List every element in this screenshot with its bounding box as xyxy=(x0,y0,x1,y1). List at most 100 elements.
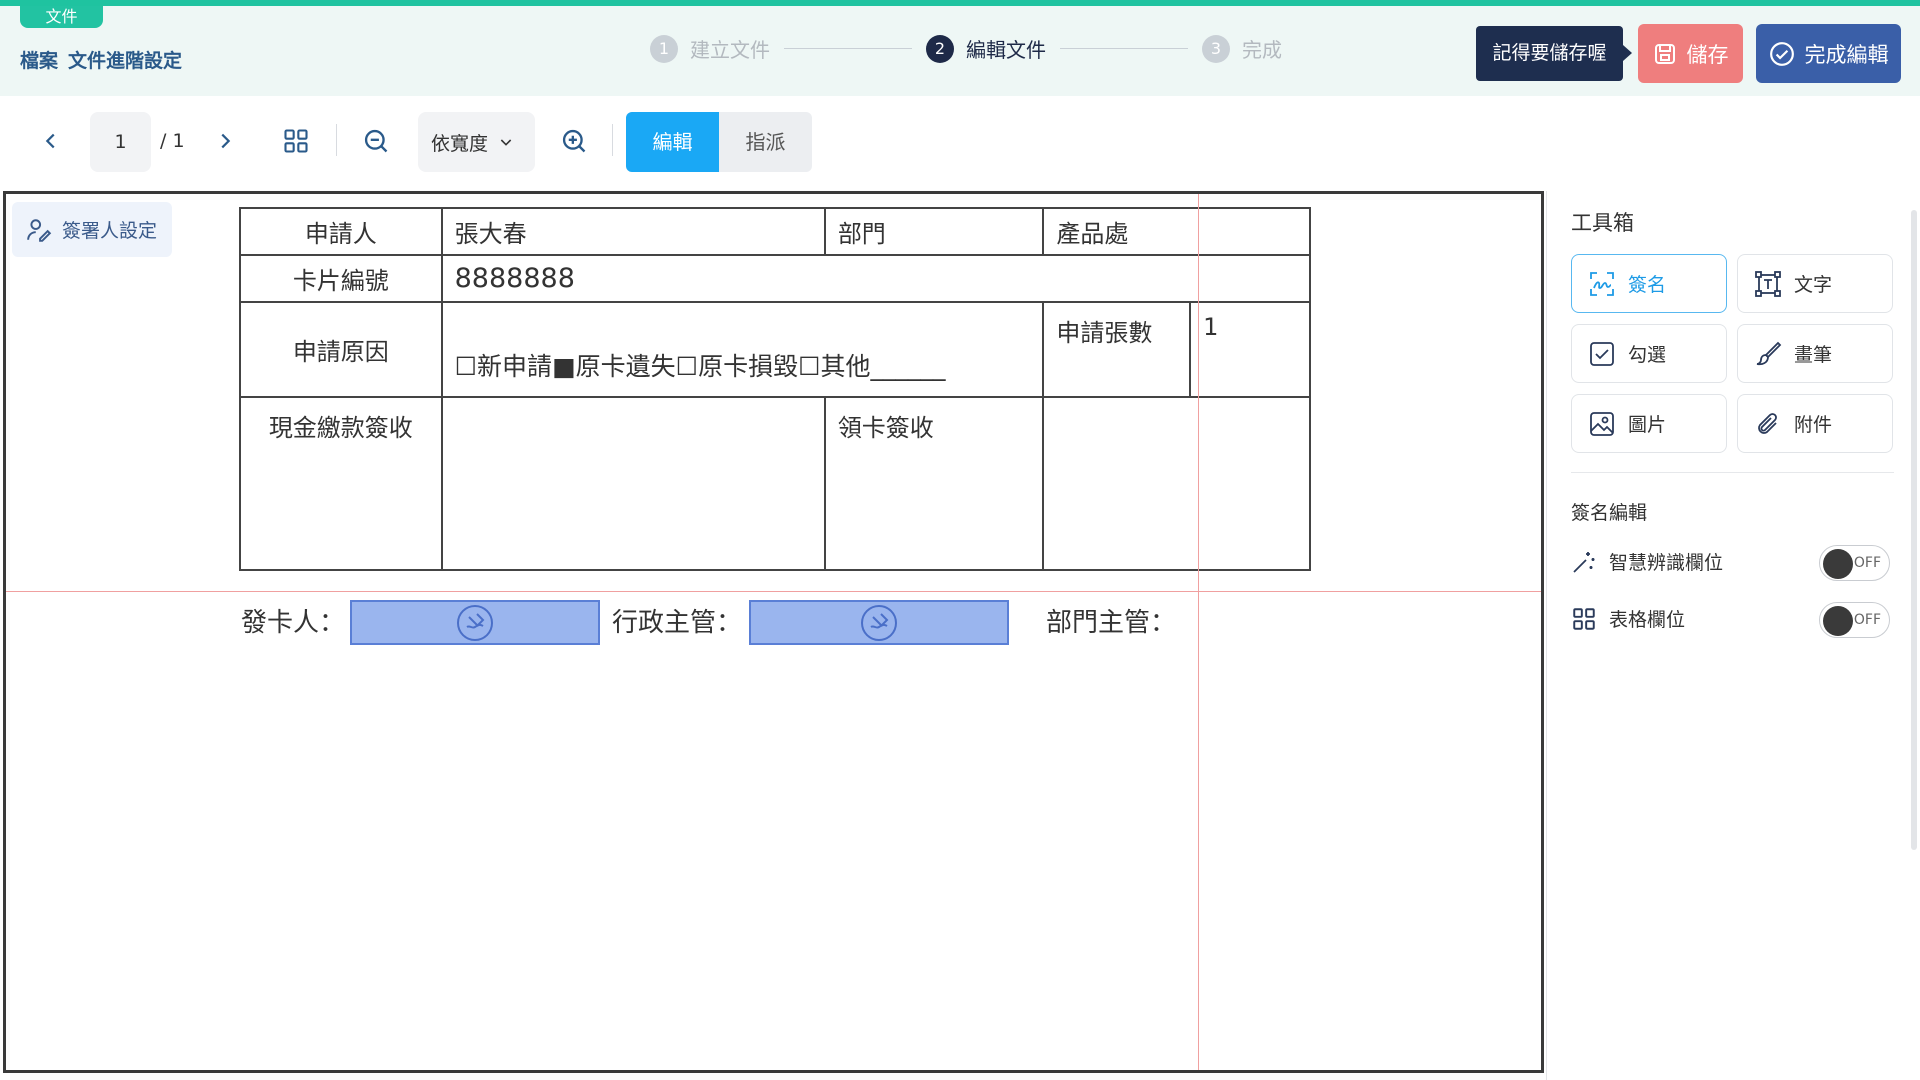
thumbnail-grid-button[interactable] xyxy=(279,124,313,158)
stamp-icon xyxy=(457,604,493,641)
smart-detect-option: 智慧辨識欄位 xyxy=(1571,548,1723,575)
save-reminder-tooltip: 記得要儲存喔 xyxy=(1476,26,1623,81)
zoom-mode-select[interactable]: 依寬度 xyxy=(418,112,535,172)
step-2-label: 編輯文件 xyxy=(966,38,1046,62)
step-2: 2 編輯文件 xyxy=(926,34,1046,63)
tool-image[interactable]: 圖片 xyxy=(1571,394,1727,453)
step-3-label: 完成 xyxy=(1242,38,1282,62)
page-total: / 1 xyxy=(160,130,185,152)
toolbox-panel: 工具箱 簽名 文字 勾選 畫筆 圖片 附件 簽名編輯 智慧辨識欄位 OFF 表格… xyxy=(1546,191,1920,1080)
table-field-label: 表格欄位 xyxy=(1609,609,1686,631)
breadcrumb-page: 文件進階設定 xyxy=(68,50,183,72)
signature-icon xyxy=(1590,271,1614,296)
count-value: 1 xyxy=(1189,301,1311,398)
sign-edit-title: 簽名編輯 xyxy=(1571,502,1648,524)
toolbar-divider xyxy=(336,124,337,156)
step-1-number: 1 xyxy=(650,34,678,63)
zoom-out-icon xyxy=(364,129,388,153)
brush-icon xyxy=(1756,341,1782,365)
tool-text-label: 文字 xyxy=(1794,274,1833,296)
table-row: 卡片編號 8888888 xyxy=(239,254,1312,303)
signature-row: 發卡人： 行政主管： 部門主管： xyxy=(6,594,1541,645)
issuer-signature-field[interactable] xyxy=(350,600,600,645)
tool-attachment[interactable]: 附件 xyxy=(1737,394,1893,453)
save-label: 儲存 xyxy=(1686,42,1729,67)
applicant-label: 申請人 xyxy=(239,207,443,256)
card-receipt-label: 領卡簽收 xyxy=(823,396,1045,571)
application-form-table: 申請人 張大春 部門 產品處 卡片編號 8888888 申請原因 ☐新申請■原卡… xyxy=(239,207,1312,571)
zoom-mode-value: 依寬度 xyxy=(431,132,489,155)
table-field-option: 表格欄位 xyxy=(1571,605,1685,632)
chevron-left-icon xyxy=(45,133,55,149)
step-connector xyxy=(1060,48,1188,49)
tool-attachment-label: 附件 xyxy=(1794,414,1833,436)
magic-wand-icon xyxy=(1573,551,1595,573)
smart-detect-toggle[interactable]: OFF xyxy=(1819,545,1890,581)
dept-value: 產品處 xyxy=(1042,207,1311,256)
toggle-knob xyxy=(1823,549,1853,579)
card-number-label: 卡片編號 xyxy=(239,254,443,303)
table-row: 申請原因 ☐新申請■原卡遺失☐原卡損毀☐其他______ 申請張數 1 xyxy=(239,301,1311,398)
table-row: 現金繳款簽收 領卡簽收 xyxy=(239,396,1311,571)
toggle-state: OFF xyxy=(1853,612,1881,628)
toggle-knob xyxy=(1823,606,1853,636)
check-circle-icon xyxy=(1769,41,1794,66)
user-sign-icon xyxy=(27,218,52,242)
zoom-in-icon xyxy=(562,129,586,153)
step-3-number: 3 xyxy=(1202,34,1230,63)
finish-label: 完成編輯 xyxy=(1804,42,1889,67)
issuer-label: 發卡人： xyxy=(241,608,346,638)
doc-tag: 文件 xyxy=(20,6,103,28)
toolbox-title: 工具箱 xyxy=(1571,211,1634,235)
card-number-value: 8888888 xyxy=(440,254,1312,303)
mode-assign-button[interactable]: 指派 xyxy=(719,112,812,172)
mode-edit-button[interactable]: 編輯 xyxy=(626,112,719,172)
tool-text[interactable]: 文字 xyxy=(1737,254,1893,313)
dept-label: 部門 xyxy=(823,207,1045,256)
zoom-out-button[interactable] xyxy=(359,124,393,158)
table-field-toggle[interactable]: OFF xyxy=(1819,602,1890,638)
toggle-state: OFF xyxy=(1853,555,1881,571)
next-page-button[interactable] xyxy=(210,126,240,156)
chevron-right-icon xyxy=(221,133,231,149)
admin-supervisor-label: 行政主管： xyxy=(612,608,743,638)
smart-detect-label: 智慧辨識欄位 xyxy=(1609,552,1724,574)
step-3: 3 完成 xyxy=(1202,34,1282,63)
prev-page-button[interactable] xyxy=(36,126,66,156)
cash-receipt-label: 現金繳款簽收 xyxy=(239,396,443,571)
tool-brush[interactable]: 畫筆 xyxy=(1737,324,1893,383)
document-toolbar: 1 / 1 依寬度 編輯 指派 xyxy=(0,96,1920,190)
chevron-down-icon xyxy=(500,139,512,146)
count-label: 申請張數 xyxy=(1042,301,1192,398)
zoom-in-button[interactable] xyxy=(557,124,591,158)
stamp-icon xyxy=(861,604,897,641)
tool-checkbox-label: 勾選 xyxy=(1628,344,1667,366)
page-number-input[interactable]: 1 xyxy=(90,112,151,172)
tool-signature-label: 簽名 xyxy=(1628,274,1667,296)
step-1: 1 建立文件 xyxy=(650,34,770,63)
checkbox-icon xyxy=(1590,341,1614,366)
signer-settings-label: 簽署人設定 xyxy=(62,220,158,242)
tool-checkbox[interactable]: 勾選 xyxy=(1571,324,1727,383)
finish-edit-button[interactable]: 完成編輯 xyxy=(1756,24,1901,83)
admin-signature-field[interactable] xyxy=(749,600,1009,645)
reason-options: ☐新申請■原卡遺失☐原卡損毀☐其他______ xyxy=(440,301,1045,398)
panel-divider xyxy=(1571,472,1894,473)
image-icon xyxy=(1590,411,1614,436)
dept-manager-label: 部門主管： xyxy=(1046,608,1177,638)
document-canvas[interactable]: 簽署人設定 申請人 張大春 部門 產品處 卡片編號 8888888 申請原因 ☐… xyxy=(3,191,1544,1073)
tool-brush-label: 畫筆 xyxy=(1794,344,1833,366)
panel-scrollbar[interactable] xyxy=(1911,210,1917,850)
signer-settings-button[interactable]: 簽署人設定 xyxy=(12,202,172,257)
reason-label: 申請原因 xyxy=(239,301,443,398)
paperclip-icon xyxy=(1758,412,1777,434)
horizontal-guide-line xyxy=(6,591,1541,592)
table-row: 申請人 張大春 部門 產品處 xyxy=(239,207,1311,256)
step-1-label: 建立文件 xyxy=(690,38,770,62)
breadcrumb: 檔案 文件進階設定 xyxy=(20,46,192,73)
text-icon xyxy=(1755,270,1781,297)
tool-signature[interactable]: 簽名 xyxy=(1571,254,1727,313)
save-button[interactable]: 儲存 xyxy=(1638,24,1743,83)
breadcrumb-root[interactable]: 檔案 xyxy=(20,50,58,72)
step-indicator: 1 建立文件 2 編輯文件 3 完成 xyxy=(650,34,1282,63)
